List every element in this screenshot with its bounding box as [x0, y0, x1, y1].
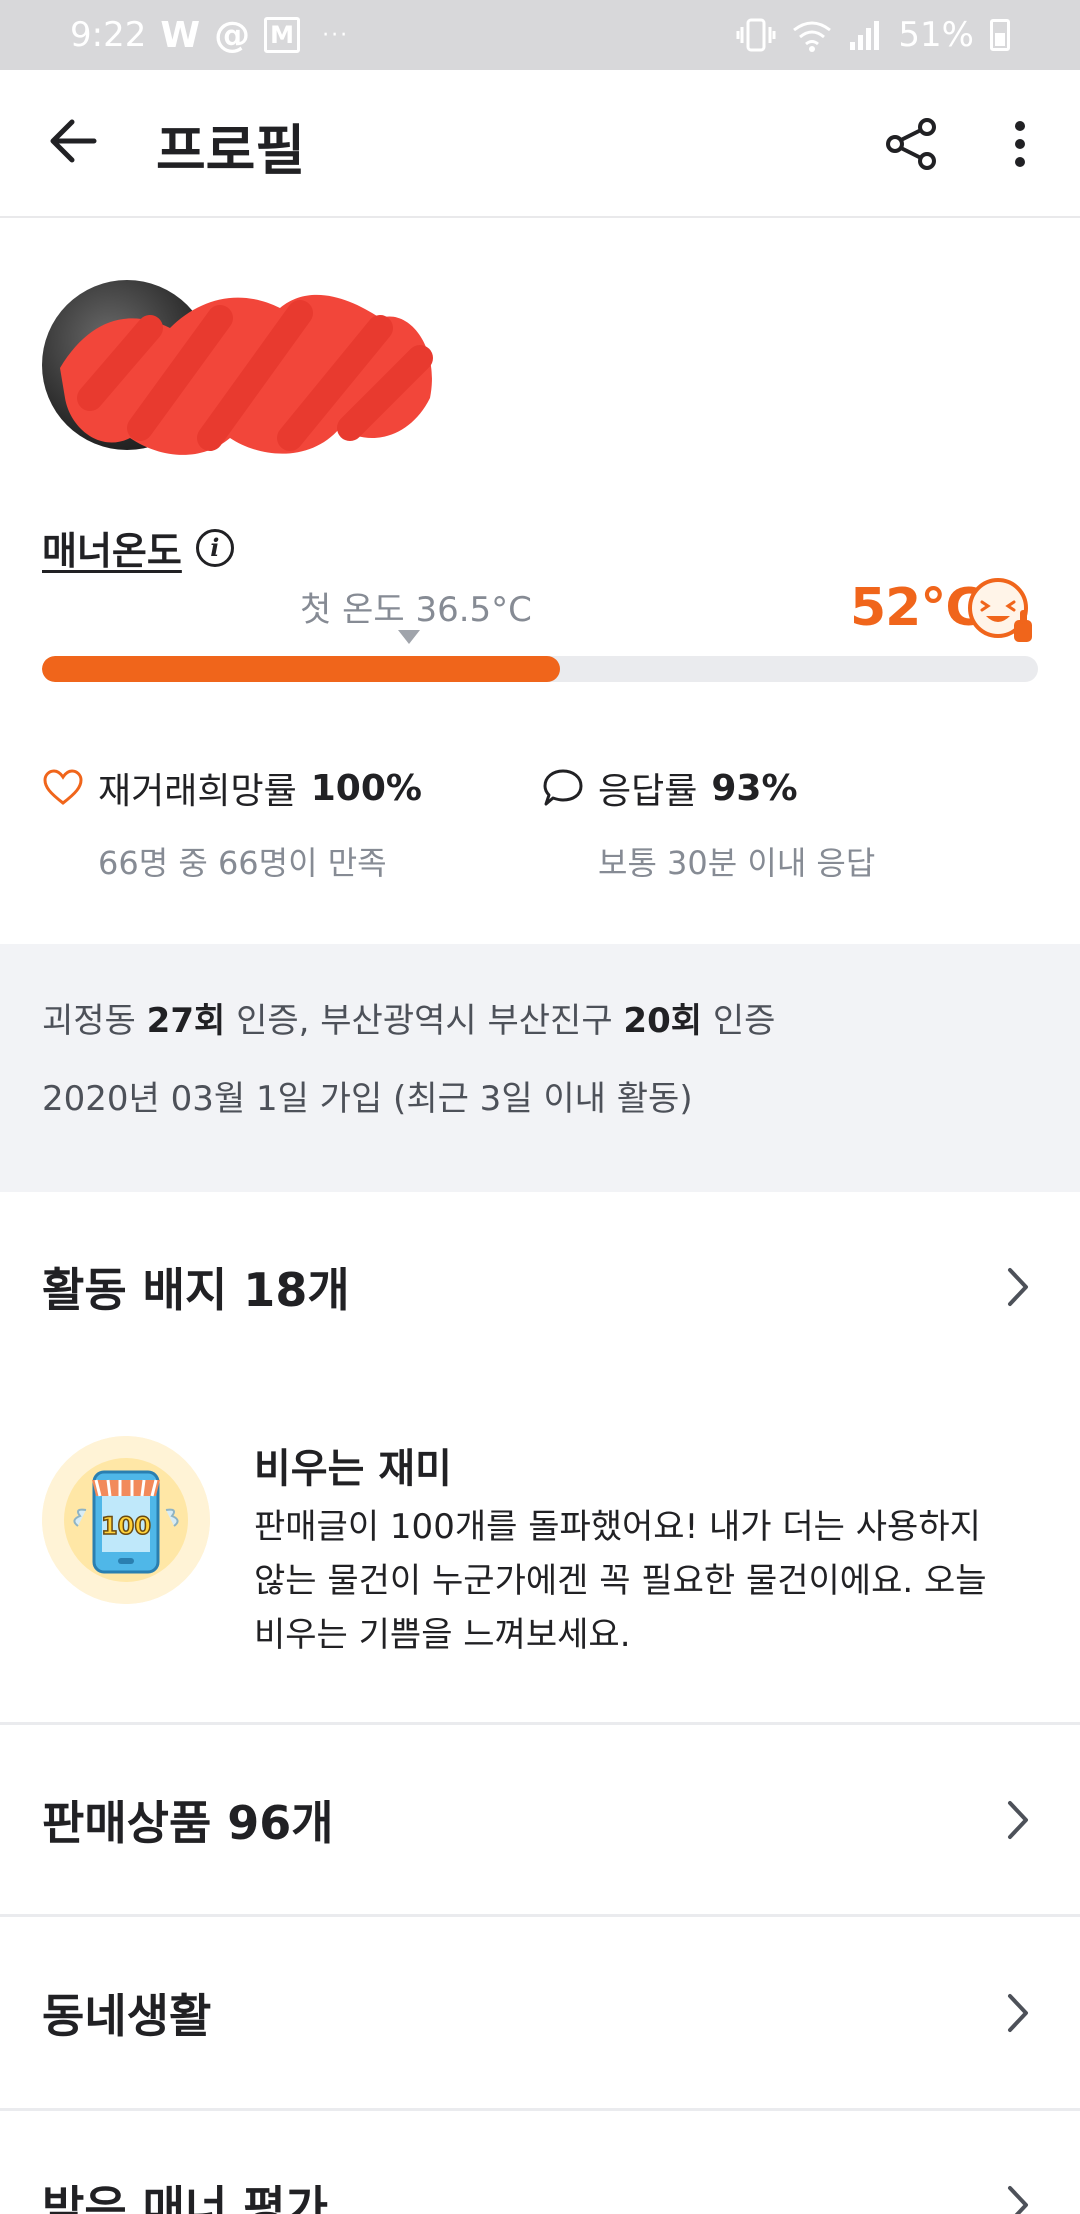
current-temperature: 52°C: [850, 578, 984, 638]
divider: [0, 2108, 1080, 2111]
chat-bubble-icon: [543, 769, 583, 806]
badge-description: 판매글이 100개를 돌파했어요! 내가 더는 사용하지 않는 물건이 누군가에…: [254, 1507, 987, 1655]
at-app-icon: @: [214, 14, 251, 56]
first-temp-label: 첫 온도 36.5°C: [300, 590, 532, 630]
more-notifications-icon: ···: [322, 22, 350, 48]
share-icon: [886, 118, 936, 170]
manner-temp-bar-fill: [42, 656, 560, 682]
page-title: 프로필: [156, 119, 306, 182]
response-rate-label: 응답률: [598, 771, 698, 812]
neighborhood-verification: 괴정동 27회 인증, 부산광역시 부산진구 20회 인증: [42, 1001, 776, 1041]
products-title: 판매상품 96개: [42, 1796, 334, 1850]
badge-name: 비우는 재미: [254, 1446, 452, 1492]
response-rate-value: 93%: [711, 767, 798, 809]
rehire-rate-detail: 66명 중 66명이 만족: [98, 844, 387, 882]
status-time: 9:22: [70, 15, 147, 55]
app-bar: 프로필: [0, 70, 1080, 218]
chevron-right-icon: [998, 1795, 1038, 1845]
share-button[interactable]: [874, 108, 950, 180]
w-app-icon: W: [160, 14, 201, 56]
divider: [0, 1722, 1080, 1725]
kebab-menu-icon: [1015, 121, 1025, 167]
activity-badges-title: 활동 배지 18개: [42, 1263, 350, 1317]
vibrate-icon: [736, 18, 776, 52]
heart-icon: [43, 769, 83, 805]
signal-icon: [850, 21, 880, 50]
community-title: 동네생활: [42, 1989, 212, 2043]
community-row[interactable]: 동네생활: [0, 1918, 1080, 2108]
activity-badges-row[interactable]: 활동 배지 18개: [0, 1232, 1080, 1342]
rehire-rate-label: 재거래희망률: [98, 771, 297, 812]
verification-info: 괴정동 27회 인증, 부산광역시 부산진구 20회 인증 2020년 03월 …: [0, 944, 1080, 1192]
svg-text:100: 100: [101, 1512, 151, 1540]
battery-icon: [990, 19, 1010, 51]
store-100-badge-icon[interactable]: 100: [42, 1436, 210, 1604]
m-app-icon: M: [264, 17, 301, 53]
arrow-left-icon: [50, 119, 97, 163]
more-options-button[interactable]: [990, 108, 1050, 180]
manner-temp-label[interactable]: 매너온도: [42, 520, 182, 575]
manner-temp-header[interactable]: 매너온도 i: [42, 520, 234, 575]
products-row[interactable]: 판매상품 96개: [0, 1726, 1080, 1914]
happy-face-thumbs-up-icon: [968, 578, 1032, 642]
manner-temp-bar: [42, 656, 1038, 682]
reviews-title: 받은 매너 평가: [42, 2181, 328, 2214]
response-rate-stat: 응답률 93% 보통 30분 이내 응답: [542, 762, 875, 884]
rehire-rate-value: 100%: [310, 767, 422, 809]
info-icon[interactable]: i: [195, 528, 234, 567]
reviews-row[interactable]: 받은 매너 평가: [0, 2150, 1080, 2214]
status-bar: 9:22 W @ M ··· 51%: [0, 0, 1080, 70]
wifi-icon: [793, 21, 832, 52]
join-date: 2020년 03월 1일 가입 (최근 3일 이내 활동): [42, 1079, 693, 1119]
chevron-right-icon: [998, 1988, 1038, 2038]
rehire-rate-stat: 재거래희망률 100% 66명 중 66명이 만족: [42, 762, 422, 884]
battery-percent: 51%: [898, 15, 974, 55]
divider: [0, 1914, 1080, 1917]
response-rate-detail: 보통 30분 이내 응답: [598, 844, 876, 882]
first-temp-pointer-icon: [398, 630, 420, 644]
chevron-right-icon: [998, 1262, 1038, 1312]
chevron-right-icon: [998, 2180, 1038, 2214]
back-button[interactable]: [40, 108, 106, 174]
redaction-scribble: [60, 294, 433, 455]
